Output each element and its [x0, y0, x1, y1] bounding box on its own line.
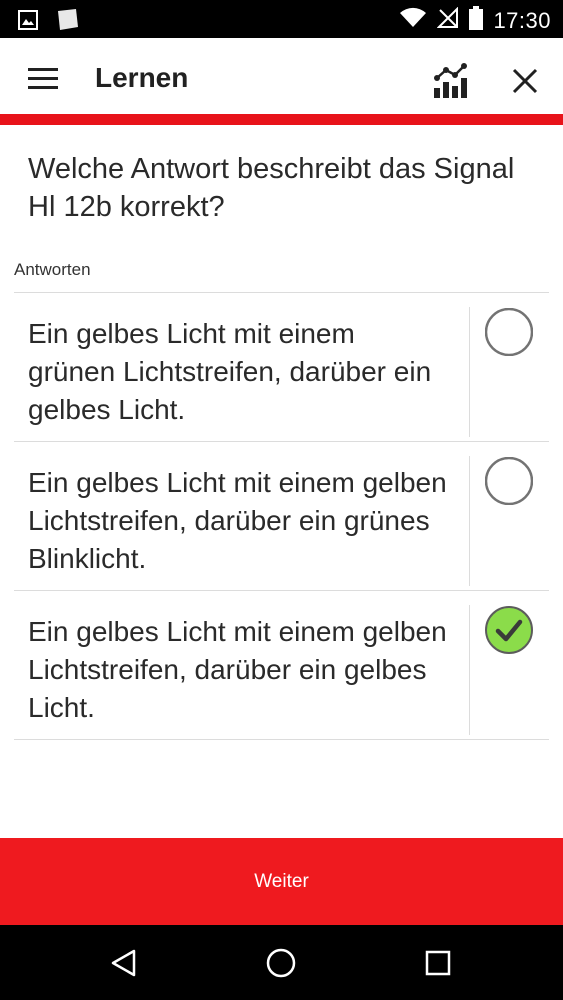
next-button[interactable]: Weiter	[0, 838, 563, 925]
back-icon[interactable]	[106, 945, 142, 981]
statistics-icon[interactable]	[430, 62, 470, 102]
radio-unchecked-icon[interactable]	[484, 307, 534, 357]
answer-list: Ein gelbes Licht mit einem grünen Lichts…	[14, 292, 549, 740]
close-icon[interactable]	[508, 64, 542, 98]
answer-option-1[interactable]: Ein gelbes Licht mit einem grünen Lichts…	[14, 293, 549, 441]
battery-icon	[469, 6, 484, 35]
recents-icon[interactable]	[420, 945, 456, 981]
divider	[469, 456, 470, 586]
answers-label: Antworten	[14, 260, 91, 279]
answer-text: Ein gelbes Licht mit einem gelben Lichts…	[28, 616, 447, 723]
question-text: Welche Antwort beschreibt das Signal Hl …	[28, 153, 515, 223]
divider	[14, 739, 549, 740]
radio-unchecked-icon[interactable]	[484, 456, 534, 506]
page-title: Lernen	[95, 62, 189, 93]
answer-text: Ein gelbes Licht mit einem gelben Lichts…	[28, 467, 447, 574]
no-signal-icon	[437, 6, 459, 34]
menu-icon[interactable]	[28, 68, 60, 90]
app-bar: Lernen	[0, 38, 563, 114]
image-icon	[18, 10, 38, 35]
status-bar: 17:30	[0, 0, 563, 38]
note-icon	[54, 8, 80, 37]
divider	[469, 605, 470, 735]
wifi-icon	[399, 7, 427, 34]
accent-divider	[0, 114, 563, 125]
answer-option-3[interactable]: Ein gelbes Licht mit einem gelben Lichts…	[14, 591, 549, 739]
home-icon[interactable]	[263, 945, 299, 981]
divider	[469, 307, 470, 437]
navigation-bar	[0, 925, 563, 1000]
answer-text: Ein gelbes Licht mit einem grünen Lichts…	[28, 318, 432, 425]
status-time: 17:30	[493, 7, 551, 33]
answer-option-2[interactable]: Ein gelbes Licht mit einem gelben Lichts…	[14, 442, 549, 590]
check-circle-icon[interactable]	[485, 606, 533, 654]
